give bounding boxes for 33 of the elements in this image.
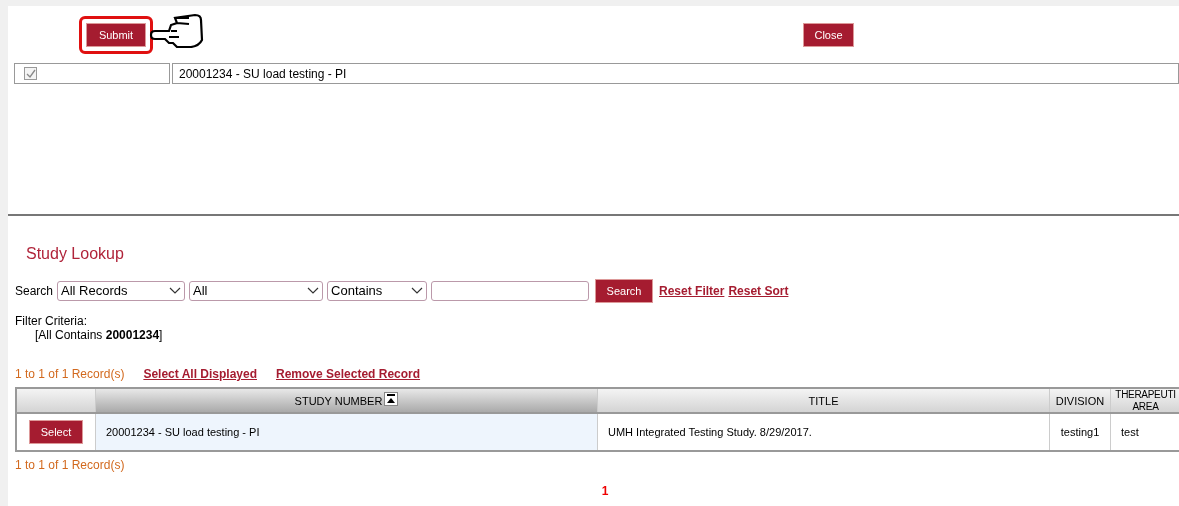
- filter-dropdown[interactable]: All: [189, 281, 324, 301]
- reset-link[interactable]: Reset Sort: [728, 282, 789, 300]
- filter-criteria-label: Filter Criteria:: [15, 314, 88, 328]
- filter-criteria: [All Contains 20001234]: [35, 328, 163, 343]
- column-header: TITLE: [808, 394, 839, 407]
- table-cell-text: 20001234 - SU load testing - PI: [106, 424, 260, 440]
- column-header: DIVISION: [1055, 394, 1105, 407]
- caret-icon: [169, 287, 182, 295]
- column-header[interactable]: STUDY NUMBER: [294, 394, 383, 407]
- section-title: Study Lookup: [26, 244, 125, 264]
- action-link[interactable]: Select All Displayed: [143, 365, 257, 383]
- table-cell-text: UMH Integrated Testing Study. 8/29/2017.: [608, 424, 812, 440]
- selected-record-cell: 20001234 - SU load testing - PI: [172, 63, 1179, 84]
- caret-icon: [307, 287, 320, 295]
- select-button[interactable]: Select: [29, 420, 83, 444]
- column-header: THERAPEUTI AREA: [1115, 388, 1176, 413]
- submit-button[interactable]: Submit: [86, 23, 146, 47]
- record-count: 1 to 1 of 1 Record(s): [15, 366, 125, 383]
- filter-dropdown[interactable]: Contains: [327, 281, 428, 301]
- table-cell-text: test: [1121, 424, 1139, 440]
- search-button[interactable]: Search: [595, 279, 654, 303]
- close-button[interactable]: Close: [803, 23, 854, 47]
- checkbox[interactable]: [24, 67, 37, 80]
- search-input[interactable]: [431, 281, 590, 301]
- filter-dropdown[interactable]: All Records: [57, 281, 186, 301]
- search-label: Search: [15, 283, 54, 300]
- caret-icon: [411, 287, 424, 295]
- sort-icon[interactable]: [384, 391, 399, 406]
- action-link[interactable]: Remove Selected Record: [276, 365, 421, 383]
- record-count: 1 to 1 of 1 Record(s): [15, 457, 125, 474]
- table-cell-text: testing1: [1060, 424, 1100, 440]
- reset-link[interactable]: Reset Filter: [659, 282, 725, 300]
- page-link[interactable]: 1: [601, 482, 609, 500]
